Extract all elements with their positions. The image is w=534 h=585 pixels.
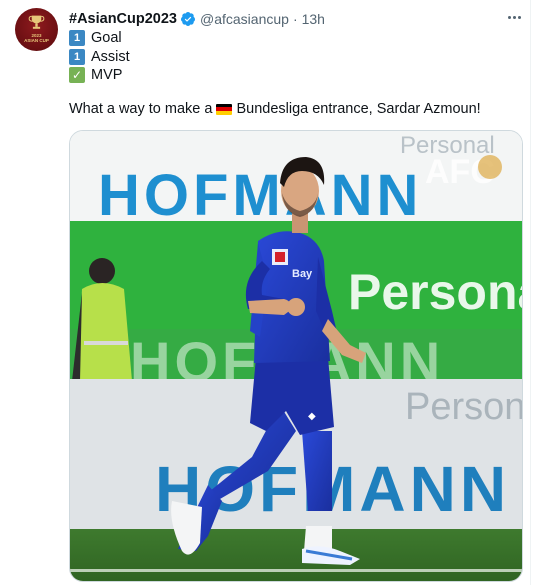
timestamp[interactable]: 13h [302,11,325,27]
tweet-text: What a way to make a Bundesliga entrance… [69,100,481,118]
check-mark-icon: ✓ [69,67,85,84]
photo-scene: Personal HOFMANN AFC Persona HOFMANN Per… [70,131,523,581]
stat-label: Assist [91,48,130,65]
keycap-one-icon: 1 [69,30,85,47]
tweet-card[interactable]: 2023 ASIAN CUP #AsianCup2023 @afcasiancu… [0,0,531,585]
author-name[interactable]: #AsianCup2023 [69,11,177,27]
germany-flag-icon [216,103,233,115]
jersey-sponsor: Bay [292,268,313,280]
lower-board-small-text: Personal [405,386,523,428]
afc-logo-icon [478,155,502,179]
more-options-icon[interactable] [503,8,525,26]
tweet-photo[interactable]: Personal HOFMANN AFC Persona HOFMANN Per… [69,130,523,582]
stat-goal: 1 Goal [69,29,130,48]
avatar[interactable]: 2023 ASIAN CUP [15,8,58,51]
separator-dot: · [292,11,298,27]
stat-mvp: ✓ MVP [69,66,130,85]
pitch-grass [70,529,522,581]
stats-list: 1 Goal 1 Assist ✓ MVP [69,29,130,85]
svg-text:◆: ◆ [308,411,316,422]
tweet-header: #AsianCup2023 @afcasiancup · 13h [69,10,325,28]
stat-assist: 1 Assist [69,48,130,67]
avatar-line-2: ASIAN CUP [24,38,49,43]
stat-label: Goal [91,30,122,46]
text-after-flag: Bundesliga entrance, Sardar Azmoun! [236,101,481,117]
keycap-one-icon: 1 [69,48,85,65]
top-banner-text: HOFMANN [98,163,422,228]
author-handle[interactable]: @afcasiancup [200,11,289,27]
stat-label: MVP [91,67,123,83]
verified-badge-icon [180,12,195,26]
trophy-icon [28,15,45,29]
text-before-flag: What a way to make a [69,101,213,117]
green-board-text: Persona [348,264,523,320]
